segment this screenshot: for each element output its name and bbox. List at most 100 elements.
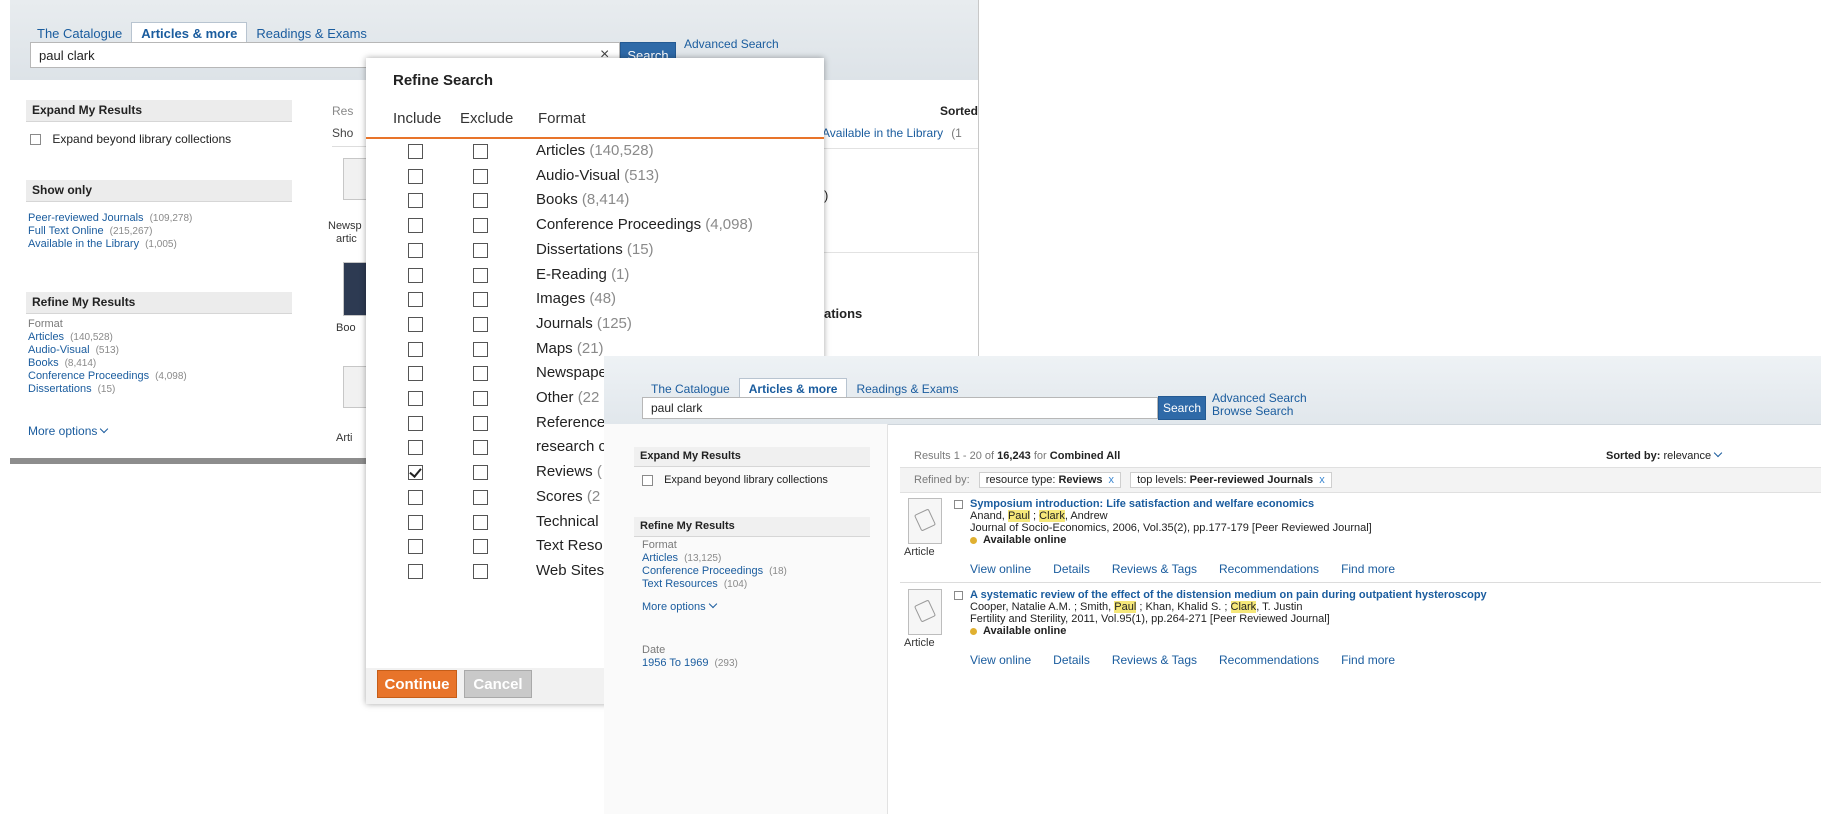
exclude-checkbox[interactable] (473, 391, 488, 406)
expand-checkbox[interactable] (30, 134, 41, 146)
show-only-available[interactable]: Available in the Library (1,005) (28, 238, 192, 251)
include-checkbox[interactable] (408, 539, 423, 555)
exclude-checkbox[interactable] (473, 144, 488, 159)
result-item: Article Symposium introduction: Life sat… (904, 498, 1821, 578)
exclude-checkbox[interactable] (473, 341, 488, 357)
recommendations-link[interactable]: Recommendations (1219, 562, 1319, 576)
format-books[interactable]: Books (8,414) (28, 357, 187, 370)
include-checkbox[interactable] (408, 514, 423, 530)
include-checkbox[interactable] (408, 218, 423, 234)
include-checkbox[interactable] (408, 193, 423, 209)
exclude-checkbox[interactable] (473, 366, 488, 382)
format-dissertations[interactable]: Dissertations (15) (28, 383, 187, 396)
format-text-resources[interactable]: Text Resources (104) (642, 578, 787, 591)
expand-beyond-option[interactable]: Expand beyond library collections (30, 132, 231, 146)
select-result-checkbox[interactable] (954, 591, 963, 600)
select-result-checkbox[interactable] (954, 500, 963, 509)
cancel-button[interactable]: Cancel (464, 670, 532, 698)
availability-dot-icon (970, 627, 977, 635)
tab-readings-and-exams[interactable]: Readings & Exams (847, 379, 967, 399)
format-conference[interactable]: Conference Proceedings (18) (642, 565, 787, 578)
format-label: Format (28, 318, 63, 330)
exclude-checkbox[interactable] (473, 242, 488, 258)
tab-articles-and-more[interactable]: Articles & more (738, 378, 848, 399)
include-checkbox[interactable] (408, 489, 423, 505)
exclude-checkbox[interactable] (473, 267, 488, 283)
format-facet-list: Format Articles (13,125) Conference Proce… (642, 539, 787, 591)
filter-chip-top-levels[interactable]: top levels: Peer-reviewed Journals x (1130, 472, 1332, 488)
exclude-checkbox[interactable] (473, 514, 488, 530)
result-kind: Article (904, 546, 935, 558)
continue-button[interactable]: Continue (377, 670, 457, 698)
tab-the-catalogue[interactable]: The Catalogue (642, 379, 739, 399)
remove-filter-icon[interactable]: x (1319, 474, 1325, 486)
show-only-full-text[interactable]: Full Text Online (215,267) (28, 225, 192, 238)
more-options-link[interactable]: More options (28, 424, 109, 438)
expand-beyond-option[interactable]: Expand beyond library collections (642, 474, 828, 486)
view-online-link[interactable]: View online (970, 653, 1031, 667)
search-tabs: The Catalogue Articles & more Readings &… (28, 22, 376, 44)
exclude-checkbox[interactable] (473, 193, 488, 209)
article-kind-partial: artic (336, 233, 357, 245)
result-title-link[interactable]: Symposium introduction: Life satisfactio… (970, 498, 1314, 510)
recommendations-link[interactable]: Recommendations (1219, 653, 1319, 667)
exclude-checkbox[interactable] (473, 465, 488, 481)
tab-the-catalogue[interactable]: The Catalogue (28, 23, 131, 44)
include-checkbox[interactable] (408, 465, 423, 481)
reviews-tags-link[interactable]: Reviews & Tags (1112, 653, 1197, 667)
format-option-label: Web Sites (536, 561, 605, 579)
tab-articles-and-more[interactable]: Articles & more (131, 22, 248, 44)
view-online-link[interactable]: View online (970, 562, 1031, 576)
expand-results-heading: Expand My Results (634, 447, 870, 467)
include-checkbox[interactable] (408, 144, 423, 159)
exclude-checkbox[interactable] (473, 218, 488, 234)
sort-control[interactable]: Sorted by: relevance (1606, 448, 1723, 462)
exclude-checkbox[interactable] (473, 563, 488, 579)
include-checkbox[interactable] (408, 415, 423, 431)
format-conference[interactable]: Conference Proceedings (4,098) (28, 370, 187, 383)
find-more-link[interactable]: Find more (1341, 562, 1395, 576)
tab-readings-and-exams[interactable]: Readings & Exams (247, 23, 376, 44)
more-options-link[interactable]: More options (642, 599, 717, 613)
result-actions: View online Details Reviews & Tags Recommen… (970, 653, 1417, 667)
exclude-checkbox[interactable] (473, 440, 488, 456)
include-checkbox[interactable] (408, 391, 423, 406)
result-title-link[interactable]: A systematic review of the effect of the… (970, 589, 1487, 601)
date-range-option[interactable]: 1956 To 1969 (293) (642, 657, 738, 670)
details-link[interactable]: Details (1053, 653, 1090, 667)
format-articles[interactable]: Articles (140,528) (28, 331, 187, 344)
filter-chip-resource-type[interactable]: resource type: Reviews x (978, 472, 1122, 488)
format-option-row: Articles (140,528) (366, 142, 824, 167)
include-checkbox[interactable] (408, 292, 423, 308)
format-audio-visual[interactable]: Audio-Visual (513) (28, 344, 187, 357)
exclude-checkbox[interactable] (473, 292, 488, 308)
include-checkbox[interactable] (408, 366, 423, 382)
search-button[interactable]: Search (1158, 396, 1206, 420)
exclude-checkbox[interactable] (473, 489, 488, 505)
details-link[interactable]: Details (1053, 562, 1090, 576)
include-checkbox[interactable] (408, 242, 423, 258)
include-checkbox[interactable] (408, 267, 423, 283)
include-checkbox[interactable] (408, 440, 423, 456)
ations-partial: ations (824, 306, 863, 321)
exclude-checkbox[interactable] (473, 539, 488, 555)
exclude-checkbox[interactable] (473, 316, 488, 332)
advanced-search-link[interactable]: Advanced Search (684, 38, 779, 51)
format-articles[interactable]: Articles (13,125) (642, 552, 787, 565)
exclude-checkbox[interactable] (473, 168, 488, 184)
exclude-checkbox[interactable] (473, 415, 488, 431)
format-option-label: Audio-Visual (513) (536, 166, 660, 184)
browse-search-link[interactable]: Browse Search (1212, 405, 1307, 418)
show-only-peer-reviewed[interactable]: Peer-reviewed Journals (109,278) (28, 212, 192, 225)
include-checkbox[interactable] (408, 341, 423, 357)
available-filter-partial[interactable]: Available in the Library (1 (822, 126, 962, 140)
find-more-link[interactable]: Find more (1341, 653, 1395, 667)
reviews-tags-link[interactable]: Reviews & Tags (1112, 562, 1197, 576)
search-input[interactable]: paul clark (642, 397, 1158, 419)
format-option-row: Journals (125) (366, 315, 824, 340)
expand-checkbox[interactable] (642, 474, 653, 486)
remove-filter-icon[interactable]: x (1109, 474, 1115, 486)
include-checkbox[interactable] (408, 316, 423, 332)
include-checkbox[interactable] (408, 563, 423, 579)
include-checkbox[interactable] (408, 168, 423, 184)
